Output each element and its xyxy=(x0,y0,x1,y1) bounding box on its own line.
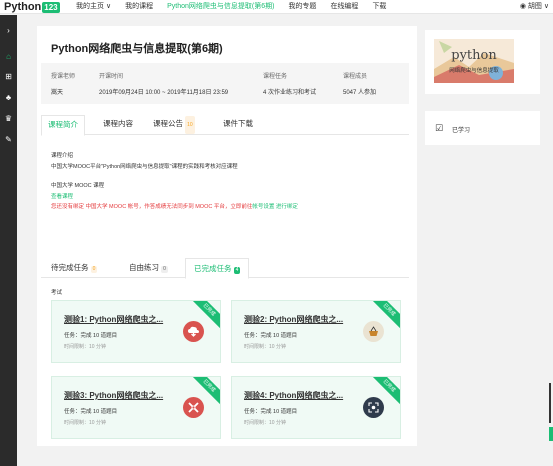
intro-label: 课程介绍 xyxy=(51,153,74,159)
quiz-title[interactable]: 测验1: Python网络爬虫之... xyxy=(64,314,163,325)
quiz-card[interactable]: 已完成 测验3: Python网络爬虫之... 任务：完成 10 道题目 时间限… xyxy=(51,376,221,439)
nav-item-topics[interactable]: 我的专题 xyxy=(288,0,316,14)
nav-item-current-course[interactable]: Python网络爬虫与信息提取(第6期) xyxy=(167,0,274,14)
nav-item-home[interactable]: 我的主页 ∨ xyxy=(76,0,111,14)
task-tabs: 待完成任务 0 自由练习 0 已完成任务 4 xyxy=(41,258,409,279)
tab-completed-tasks[interactable]: 已完成任务 4 xyxy=(185,258,250,279)
feedback-button[interactable] xyxy=(549,427,553,441)
quiz-card[interactable]: 已完成 测验4: Python网络爬虫之... 任务：完成 10 道题目 时间限… xyxy=(231,376,401,439)
trophy-icon[interactable]: ♛ xyxy=(3,113,14,124)
tab-intro[interactable]: 课程简介 xyxy=(41,115,85,136)
intro-text: 中国大学MOOC平台"Python网络爬虫与信息提取"课程的实践和考核对应课程 xyxy=(51,163,238,170)
teacher-info: 授课老师 嵩天 xyxy=(51,74,76,96)
course-main-panel: Python网络爬虫与信息提取(第6期) 授课老师 嵩天 开课时间 2019年0… xyxy=(37,26,417,446)
course-intro: 课程介绍 中国大学MOOC平台"Python网络爬虫与信息提取"课程的实践和考核… xyxy=(51,153,298,216)
learned-status-card[interactable]: ☑ 已学习 xyxy=(425,111,540,145)
tab-download[interactable]: 课件下载 xyxy=(223,115,253,135)
tasks-info: 课程任务 4 次作业练习和考试 xyxy=(263,74,317,96)
right-edge-panel xyxy=(549,383,553,423)
nav-item-download[interactable]: 下载 xyxy=(372,0,386,14)
notice-count-badge: 10 xyxy=(185,116,195,134)
sitemap-icon[interactable]: ⊞ xyxy=(3,71,14,82)
user-menu[interactable]: ◉ 胡图 ∨ xyxy=(520,0,549,14)
learned-status-label: 已学习 xyxy=(452,128,471,134)
course-info-box: 授课老师 嵩天 开课时间 2019年09月24日 10:00 ~ 2019年11… xyxy=(41,63,409,104)
wrench-icon[interactable]: ✎ xyxy=(3,134,14,145)
course-cover-card: python 网络爬虫与信息提取 xyxy=(425,30,540,94)
quiz-time-limit: 时间限制：10 分钟 xyxy=(244,344,286,350)
quiz-task: 任务：完成 10 道题目 xyxy=(244,409,298,415)
tab-pending-tasks[interactable]: 待完成任务 0 xyxy=(51,258,98,278)
mooc-label: 中国大学 MOOC 课程 xyxy=(51,183,105,189)
bind-account-link[interactable]: 帐号设置 进行绑定 xyxy=(252,204,298,210)
scan-icon xyxy=(363,397,384,418)
bind-warning: 您还没有绑定 中国大学 MOOC 帐号，作答成绩无法同步到 MOOC 平台，立即… xyxy=(51,204,253,210)
crossed-tools-icon xyxy=(183,397,204,418)
basket-icon xyxy=(363,321,384,342)
top-nav: Python 123 我的主页 ∨ 我的课程 Python网络爬虫与信息提取(第6… xyxy=(0,0,553,14)
course-thumbnail[interactable]: python 网络爬虫与信息提取 xyxy=(434,39,514,83)
quiz-card[interactable]: 已完成 测验1: Python网络爬虫之... 任务：完成 10 道题目 时间限… xyxy=(51,300,221,363)
view-course-link[interactable]: 查看课程 xyxy=(51,194,298,201)
tree-icon[interactable]: ♣ xyxy=(3,92,14,103)
home-icon[interactable]: ⌂ xyxy=(3,51,14,62)
tab-notice[interactable]: 课程公告 10 xyxy=(153,115,195,135)
calendar-check-icon: ☑ xyxy=(435,123,444,133)
quiz-time-limit: 时间限制：10 分钟 xyxy=(64,420,106,426)
quiz-task: 任务：完成 10 道题目 xyxy=(64,333,118,339)
quiz-time-limit: 时间限制：10 分钟 xyxy=(64,344,106,350)
quiz-title[interactable]: 测验2: Python网络爬虫之... xyxy=(244,314,343,325)
tab-free-practice[interactable]: 自由练习 0 xyxy=(129,258,168,278)
nav-item-online-coding[interactable]: 在线编程 xyxy=(330,0,358,14)
quiz-task: 任务：完成 10 道题目 xyxy=(64,409,118,415)
nav-menu: 我的主页 ∨ 我的课程 Python网络爬虫与信息提取(第6期) 我的专题 在线… xyxy=(76,0,386,14)
course-tabs: 课程简介 课程内容 课程公告 10 课件下载 xyxy=(41,115,409,136)
quiz-title[interactable]: 测验3: Python网络爬虫之... xyxy=(64,390,163,401)
expand-icon[interactable]: › xyxy=(3,25,14,36)
quiz-time-limit: 时间限制：10 分钟 xyxy=(244,420,286,426)
thumb-subtitle: 网络爬虫与信息提取 xyxy=(449,68,499,74)
left-sidebar: › ⌂ ⊞ ♣ ♛ ✎ xyxy=(0,15,17,466)
user-icon: ◉ xyxy=(519,3,526,10)
quiz-card[interactable]: 已完成 测验2: Python网络爬虫之... 任务：完成 10 道题目 时间限… xyxy=(231,300,401,363)
exam-section-label: 考试 xyxy=(51,290,63,296)
members-info: 课程成员 5047 人参加 xyxy=(343,74,377,96)
quiz-title[interactable]: 测验4: Python网络爬虫之... xyxy=(244,390,343,401)
quiz-task: 任务：完成 10 道题目 xyxy=(244,333,298,339)
time-info: 开课时间 2019年09月24日 10:00 ~ 2019年11月18日 23:… xyxy=(99,74,229,96)
nav-item-my-courses[interactable]: 我的课程 xyxy=(125,0,153,14)
page-title: Python网络爬虫与信息提取(第6期) xyxy=(51,43,223,55)
tab-content[interactable]: 课程内容 xyxy=(103,115,133,135)
thumb-title: python xyxy=(451,48,497,63)
site-logo[interactable]: Python 123 xyxy=(4,0,60,14)
cloud-download-icon xyxy=(183,321,204,342)
